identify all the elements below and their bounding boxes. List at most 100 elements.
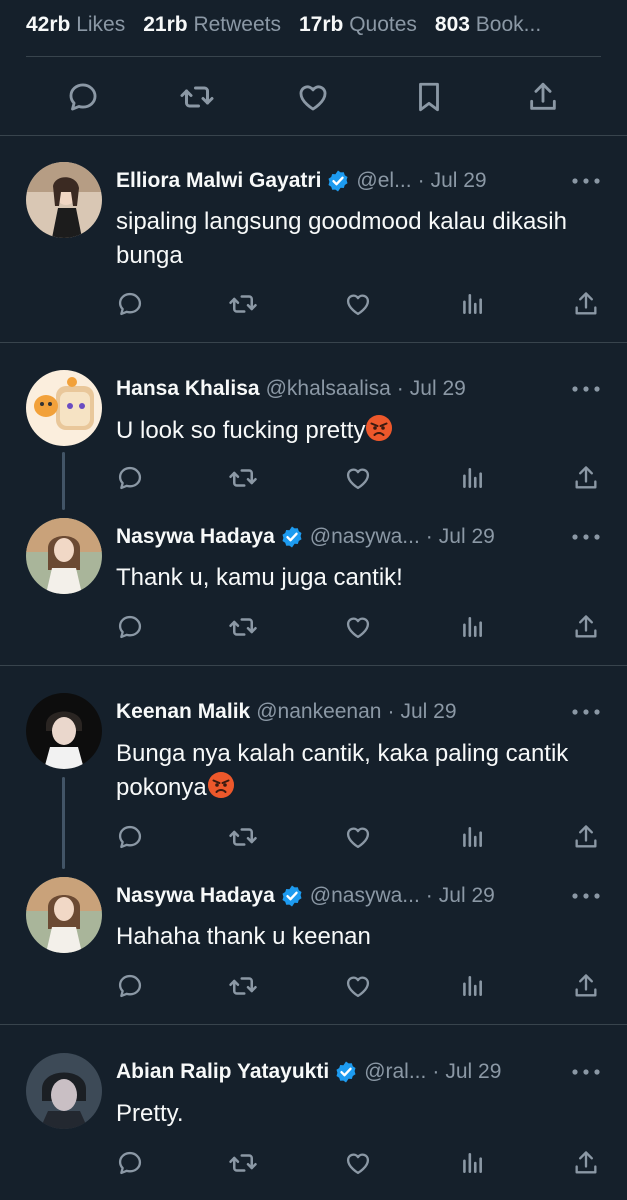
views-button[interactable] xyxy=(450,817,494,857)
bookmark-button[interactable] xyxy=(404,72,454,122)
avatar[interactable] xyxy=(26,693,102,769)
timestamp[interactable]: Jul 29 xyxy=(431,169,487,193)
more-icon xyxy=(571,385,601,393)
retweet-icon xyxy=(228,1148,258,1178)
share-icon xyxy=(572,972,600,1000)
share-button[interactable] xyxy=(564,817,608,857)
share-button[interactable] xyxy=(564,1143,608,1183)
reply-actions xyxy=(100,1143,615,1183)
more-icon xyxy=(571,892,601,900)
retweet-button[interactable] xyxy=(172,72,222,122)
separator-dot: · xyxy=(387,700,395,723)
more-options-button[interactable] xyxy=(569,1057,603,1087)
avatar[interactable] xyxy=(26,162,102,238)
timestamp[interactable]: Jul 29 xyxy=(400,700,456,724)
handle[interactable]: @khalsaalisa xyxy=(266,377,391,401)
angry-face-emoji-icon xyxy=(365,414,393,442)
reply-button[interactable] xyxy=(108,966,152,1006)
likes-stat[interactable]: 42rb Likes xyxy=(26,13,125,37)
like-icon xyxy=(344,972,372,1000)
timestamp[interactable]: Jul 29 xyxy=(410,377,466,401)
display-name[interactable]: Nasywa Hadaya xyxy=(116,525,275,549)
reply-text: Pretty. xyxy=(116,1100,184,1127)
views-icon xyxy=(459,1150,485,1176)
reply-button[interactable] xyxy=(108,458,152,498)
retweet-button[interactable] xyxy=(221,458,265,498)
display-name[interactable]: Nasywa Hadaya xyxy=(116,884,275,908)
handle[interactable]: @nasywa... xyxy=(310,884,420,908)
timestamp[interactable]: Jul 29 xyxy=(439,884,495,908)
retweet-button[interactable] xyxy=(221,284,265,324)
retweet-icon xyxy=(228,612,258,642)
display-name[interactable]: Hansa Khalisa xyxy=(116,377,260,401)
avatar[interactable] xyxy=(26,877,102,953)
like-button[interactable] xyxy=(336,1143,380,1183)
reply-button[interactable] xyxy=(108,1143,152,1183)
like-button[interactable] xyxy=(336,966,380,1006)
views-button[interactable] xyxy=(450,284,494,324)
avatar[interactable] xyxy=(26,370,102,446)
views-button[interactable] xyxy=(450,458,494,498)
verified-badge-icon xyxy=(326,169,350,193)
like-button[interactable] xyxy=(336,607,380,647)
retweet-button[interactable] xyxy=(221,817,265,857)
bookmarks-stat[interactable]: 803 Book... xyxy=(435,13,541,37)
reply-text: sipaling langsung goodmood kalau dikasih… xyxy=(116,208,567,269)
quotes-stat[interactable]: 17rb Quotes xyxy=(299,13,417,37)
reply-text-line1: Bunga nya kalah cantik, kaka paling cant… xyxy=(116,740,569,767)
share-button[interactable] xyxy=(564,284,608,324)
like-button[interactable] xyxy=(336,817,380,857)
divider xyxy=(0,342,627,343)
reply-actions xyxy=(100,966,615,1006)
bookmark-icon xyxy=(412,80,446,114)
more-options-button[interactable] xyxy=(569,374,603,404)
more-options-button[interactable] xyxy=(569,881,603,911)
handle[interactable]: @nasywa... xyxy=(310,525,420,549)
reply-button[interactable] xyxy=(108,607,152,647)
reply-button[interactable] xyxy=(108,817,152,857)
share-button[interactable] xyxy=(518,72,568,122)
verified-badge-icon xyxy=(280,525,304,549)
retweet-icon xyxy=(228,822,258,852)
reply-header: Elliora Malwi Gayatri @el... · Jul 29 xyxy=(116,166,547,196)
like-button[interactable] xyxy=(336,458,380,498)
views-button[interactable] xyxy=(450,607,494,647)
like-icon xyxy=(344,1149,372,1177)
views-button[interactable] xyxy=(450,966,494,1006)
timestamp[interactable]: Jul 29 xyxy=(445,1060,501,1084)
more-icon xyxy=(571,533,601,541)
display-name[interactable]: Abian Ralip Yatayukti xyxy=(116,1060,329,1084)
share-button[interactable] xyxy=(564,966,608,1006)
share-button[interactable] xyxy=(564,458,608,498)
like-button[interactable] xyxy=(336,284,380,324)
reply-text: Thank u, kamu juga cantik! xyxy=(116,564,403,591)
reply-button[interactable] xyxy=(108,284,152,324)
reply-button[interactable] xyxy=(58,72,108,122)
share-icon xyxy=(572,823,600,851)
more-options-button[interactable] xyxy=(569,522,603,552)
more-options-button[interactable] xyxy=(569,697,603,727)
retweets-stat[interactable]: 21rb Retweets xyxy=(143,13,281,37)
handle[interactable]: @ral... xyxy=(364,1060,426,1084)
views-button[interactable] xyxy=(450,1143,494,1183)
retweet-button[interactable] xyxy=(221,1143,265,1183)
handle[interactable]: @nankeenan xyxy=(256,700,381,724)
display-name[interactable]: Elliora Malwi Gayatri xyxy=(116,169,321,193)
reply-icon xyxy=(116,464,144,492)
handle[interactable]: @el... xyxy=(356,169,411,193)
divider xyxy=(0,1024,627,1025)
like-icon xyxy=(344,823,372,851)
reply-actions xyxy=(100,284,615,324)
avatar[interactable] xyxy=(26,518,102,594)
like-button[interactable] xyxy=(288,72,338,122)
display-name[interactable]: Keenan Malik xyxy=(116,700,250,724)
share-button[interactable] xyxy=(564,607,608,647)
avatar[interactable] xyxy=(26,1053,102,1129)
more-options-button[interactable] xyxy=(569,166,603,196)
retweet-button[interactable] xyxy=(221,966,265,1006)
retweet-button[interactable] xyxy=(221,607,265,647)
timestamp[interactable]: Jul 29 xyxy=(439,525,495,549)
views-icon xyxy=(459,614,485,640)
separator-dot: · xyxy=(417,169,425,192)
views-icon xyxy=(459,291,485,317)
